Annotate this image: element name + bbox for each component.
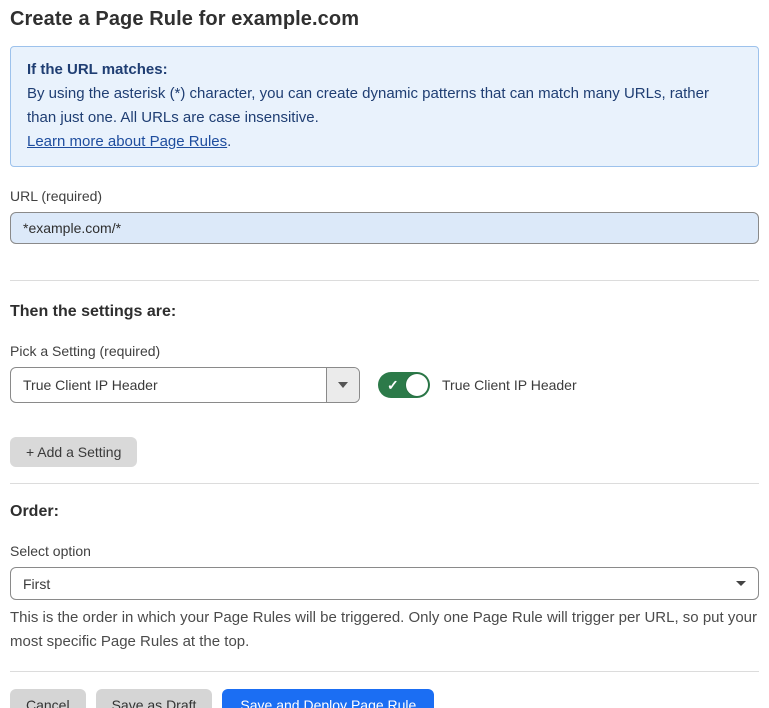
chevron-down-icon	[338, 382, 348, 388]
section-divider	[10, 483, 759, 484]
footer-divider	[10, 671, 759, 672]
footer-actions: Cancel Save as Draft Save and Deploy Pag…	[10, 689, 759, 708]
info-box-body: By using the asterisk (*) character, you…	[27, 82, 742, 130]
pick-setting-label: Pick a Setting (required)	[10, 343, 759, 359]
info-box-heading: If the URL matches:	[27, 58, 742, 82]
setting-select[interactable]: True Client IP Header	[10, 367, 360, 403]
info-box-link-line: Learn more about Page Rules.	[27, 130, 742, 154]
save-as-draft-button[interactable]: Save as Draft	[96, 689, 213, 708]
check-icon: ✓	[387, 378, 399, 392]
order-select-label: Select option	[10, 543, 759, 559]
url-match-info-box: If the URL matches: By using the asteris…	[10, 46, 759, 167]
url-field-label: URL (required)	[10, 188, 759, 204]
section-divider	[10, 280, 759, 281]
setting-row: True Client IP Header ✓ True Client IP H…	[10, 367, 759, 403]
order-select[interactable]: First	[10, 567, 759, 600]
create-page-rule-panel: Create a Page Rule for example.com If th…	[0, 0, 769, 708]
toggle-label: True Client IP Header	[442, 377, 577, 393]
link-period: .	[227, 133, 231, 150]
add-setting-button[interactable]: + Add a Setting	[10, 437, 137, 467]
page-title: Create a Page Rule for example.com	[10, 8, 759, 31]
cancel-button[interactable]: Cancel	[10, 689, 86, 708]
toggle-knob	[406, 374, 428, 396]
url-input[interactable]	[10, 212, 759, 244]
settings-section-heading: Then the settings are:	[10, 303, 759, 321]
chevron-down-icon	[736, 581, 746, 586]
order-select-value: First	[23, 576, 50, 592]
order-section-heading: Order:	[10, 503, 759, 521]
order-help-text: This is the order in which your Page Rul…	[10, 606, 759, 654]
setting-select-value: True Client IP Header	[11, 368, 326, 402]
true-client-ip-toggle[interactable]: ✓	[378, 372, 430, 398]
learn-more-link[interactable]: Learn more about Page Rules	[27, 133, 227, 150]
save-and-deploy-button[interactable]: Save and Deploy Page Rule	[222, 689, 434, 708]
setting-select-arrow-button[interactable]	[326, 368, 359, 402]
